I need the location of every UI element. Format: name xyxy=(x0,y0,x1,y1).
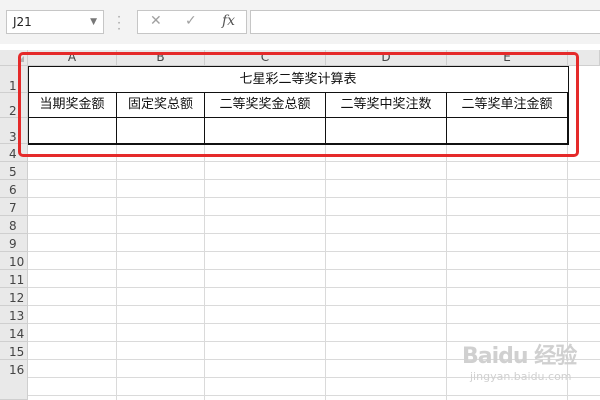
gridline xyxy=(28,251,600,252)
row-header-15[interactable]: 15 xyxy=(0,342,28,360)
gridline xyxy=(28,395,600,396)
cancel-icon[interactable]: ✕ xyxy=(150,13,162,29)
gridline xyxy=(28,179,600,180)
name-box-value: J21 xyxy=(13,15,32,29)
row-header-7[interactable]: 7 xyxy=(0,198,28,216)
gridline xyxy=(28,161,600,162)
gridline xyxy=(28,287,600,288)
chevron-down-icon[interactable]: ▼ xyxy=(90,11,97,33)
gridline xyxy=(28,233,600,234)
row-header-14[interactable]: 14 xyxy=(0,324,28,342)
row-header-10[interactable]: 10 xyxy=(0,252,28,270)
name-box[interactable]: J21 ▼ xyxy=(6,10,104,34)
insert-function-icon[interactable]: fx xyxy=(222,13,235,29)
row-header-5[interactable]: 5 xyxy=(0,162,28,180)
row-header-6[interactable]: 6 xyxy=(0,180,28,198)
formula-input[interactable] xyxy=(250,10,600,34)
drag-handle-icon[interactable]: · · · xyxy=(117,11,121,35)
row-header-8[interactable]: 8 xyxy=(0,216,28,234)
confirm-icon[interactable]: ✓ xyxy=(185,13,197,29)
gridline xyxy=(28,197,600,198)
formula-bar: J21 ▼ · · · ✕ ✓ fx xyxy=(0,0,600,44)
row-header-12[interactable]: 12 xyxy=(0,288,28,306)
watermark-url: jingyan.baidu.com xyxy=(470,370,572,383)
gridline xyxy=(28,305,600,306)
gridline xyxy=(28,323,600,324)
row-header-9[interactable]: 9 xyxy=(0,234,28,252)
gridline xyxy=(28,215,600,216)
row-header-16[interactable]: 16 xyxy=(0,360,28,400)
row-header-11[interactable]: 11 xyxy=(0,270,28,288)
baidu-jingyan-watermark: Baidu 经验 jingyan.baidu.com xyxy=(462,338,582,388)
gridline xyxy=(28,269,600,270)
watermark-brand: Baidu 经验 xyxy=(462,344,577,369)
formula-buttons: ✕ ✓ fx xyxy=(137,10,247,34)
highlight-box xyxy=(18,52,579,157)
row-header-13[interactable]: 13 xyxy=(0,306,28,324)
